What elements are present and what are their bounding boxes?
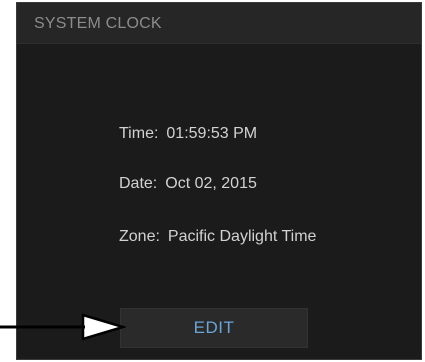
date-label: Date: (119, 175, 158, 192)
date-row: Date: Oct 02, 2015 (119, 175, 257, 193)
panel-title: SYSTEM CLOCK (34, 15, 162, 32)
edit-button-label: EDIT (193, 318, 235, 337)
edit-button[interactable]: EDIT (120, 308, 308, 348)
zone-value: Pacific Daylight Time (167, 228, 317, 245)
time-row: Time: 01:59:53 PM (119, 125, 257, 143)
date-value: Oct 02, 2015 (165, 175, 257, 192)
arrow-right-icon (0, 313, 126, 341)
panel-header: SYSTEM CLOCK (17, 3, 421, 44)
system-clock-panel: SYSTEM CLOCK Time: 01:59:53 PM Date: Oct 0… (16, 2, 422, 360)
time-value: 01:59:53 PM (166, 125, 258, 142)
zone-row: Zone: Pacific Daylight Time (119, 228, 316, 246)
zone-label: Zone: (119, 228, 160, 245)
stage: SYSTEM CLOCK Time: 01:59:53 PM Date: Oct 0… (0, 0, 425, 362)
time-label: Time: (119, 125, 159, 142)
